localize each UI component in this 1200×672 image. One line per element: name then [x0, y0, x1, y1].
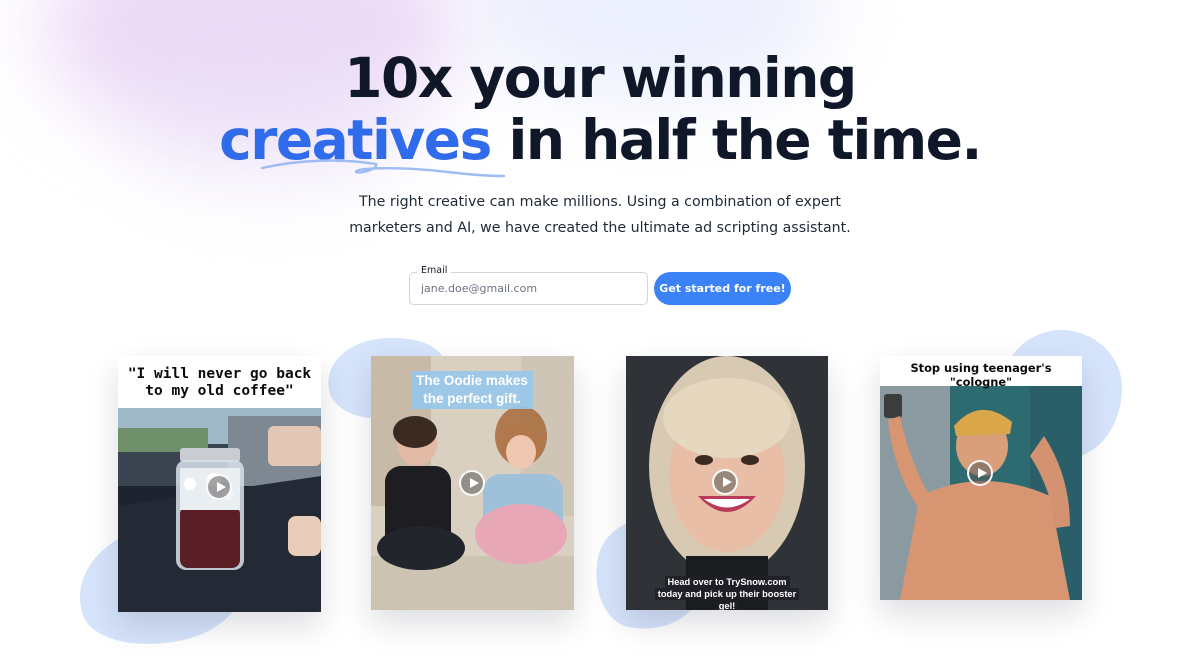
play-icon[interactable]: [712, 469, 738, 495]
email-input[interactable]: [410, 273, 647, 304]
get-started-button[interactable]: Get started for free!: [654, 272, 791, 305]
video-caption: Stop using teenager's "cologne": [880, 356, 1082, 389]
video-card-oodie[interactable]: The Oodie makes the perfect gift.: [371, 356, 574, 610]
headline-line-2: creatives in half the time.: [0, 108, 1200, 172]
subheadline-line-1: The right creative can make millions. Us…: [359, 194, 841, 210]
headline-line-1: 10x your winning: [344, 46, 857, 110]
video-caption: Head over to TrySnow.com today and pick …: [654, 576, 800, 610]
video-card-cologne[interactable]: Stop using teenager's "cologne": [880, 356, 1082, 600]
video-caption: The Oodie makes the perfect gift.: [411, 371, 533, 409]
video-caption-text: Head over to TrySnow.com today and pick …: [654, 576, 800, 610]
headline-line-2-rest: in half the time.: [490, 108, 982, 172]
email-field-wrapper: Email: [409, 265, 648, 305]
play-icon[interactable]: [459, 470, 485, 496]
video-card-trysnow[interactable]: Head over to TrySnow.com today and pick …: [626, 356, 828, 610]
play-icon[interactable]: [206, 474, 232, 500]
subheadline-line-2: marketers and AI, we have created the ul…: [349, 220, 851, 236]
video-card-coffee[interactable]: "I will never go back to my old coffee": [118, 356, 321, 612]
underline-squiggle: [260, 159, 506, 178]
play-icon[interactable]: [967, 460, 993, 486]
video-caption: "I will never go back to my old coffee": [118, 356, 321, 408]
